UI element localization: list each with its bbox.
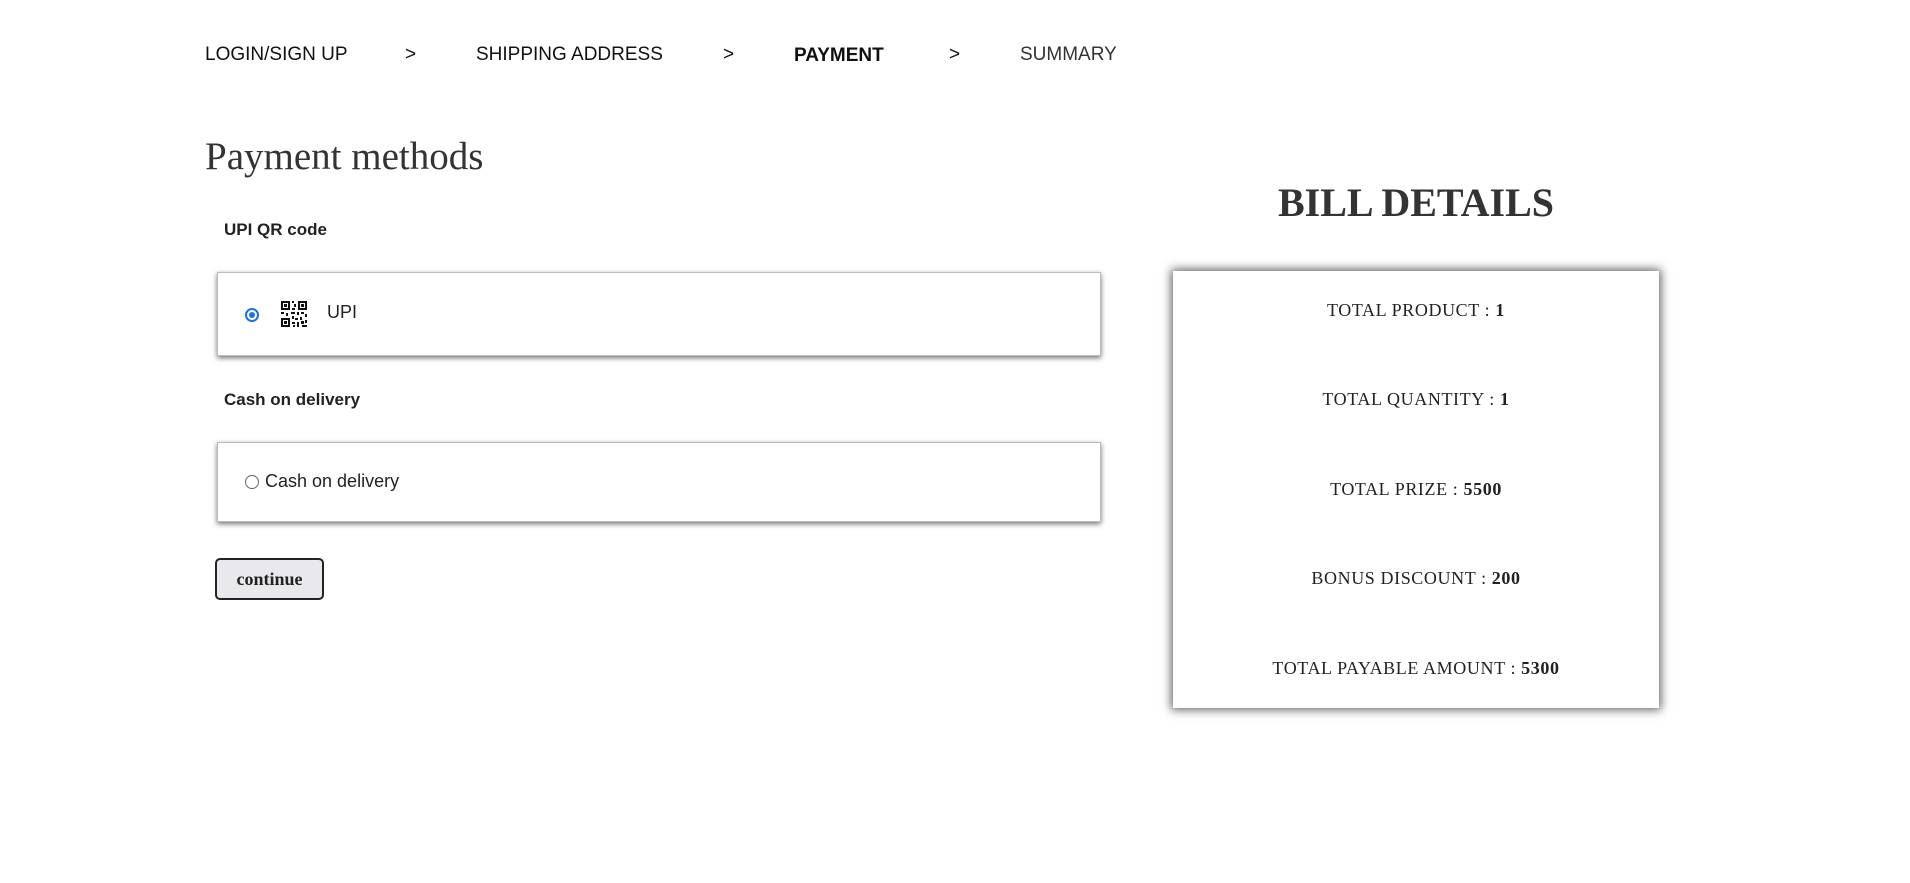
bill-row-label: TOTAL PRODUCT : <box>1327 300 1496 320</box>
bill-row-value: 5300 <box>1521 658 1560 678</box>
bill-row-label: TOTAL PAYABLE AMOUNT : <box>1272 658 1522 678</box>
cod-option-card[interactable]: Cash on delivery <box>217 442 1101 522</box>
cod-option-label: Cash on delivery <box>265 471 400 491</box>
bill-row-total-payable: TOTAL PAYABLE AMOUNT : 5300 <box>1173 658 1659 679</box>
page-title: Payment methods <box>205 135 484 178</box>
bill-row-bonus-discount: BONUS DISCOUNT : 200 <box>1173 568 1659 589</box>
cod-radio[interactable] <box>245 475 259 489</box>
bill-row-total-product: TOTAL PRODUCT : 1 <box>1173 300 1659 321</box>
step-login[interactable]: LOGIN/SIGN UP <box>205 44 348 66</box>
step-payment-current: PAYMENT <box>794 45 884 66</box>
bill-row-label: TOTAL QUANTITY : <box>1322 389 1500 409</box>
bill-row-value: 1 <box>1495 300 1505 320</box>
upi-radio[interactable] <box>245 308 259 322</box>
bill-row-value: 5500 <box>1463 479 1502 499</box>
cod-section-label: Cash on delivery <box>224 390 361 409</box>
bill-details-title: BILL DETAILS <box>1277 180 1555 225</box>
step-separator: > <box>405 44 417 65</box>
bill-row-label: TOTAL PRIZE : <box>1330 479 1464 499</box>
step-summary: SUMMARY <box>1020 44 1117 65</box>
continue-button[interactable]: continue <box>215 558 324 600</box>
step-separator: > <box>949 44 961 65</box>
bill-details-card: TOTAL PRODUCT : 1 TOTAL QUANTITY : 1 TOT… <box>1173 271 1659 708</box>
upi-option-label: UPI <box>327 302 358 322</box>
bill-row-label: BONUS DISCOUNT : <box>1311 568 1492 588</box>
payment-page: LOGIN/SIGN UP > SHIPPING ADDRESS > PAYME… <box>0 0 1910 883</box>
bill-row-total-quantity: TOTAL QUANTITY : 1 <box>1173 389 1659 410</box>
qr-code-icon <box>280 300 308 328</box>
bill-row-value: 200 <box>1491 568 1521 588</box>
upi-section-label: UPI QR code <box>224 220 327 239</box>
bill-row-value: 1 <box>1499 389 1510 409</box>
bill-row-total-prize: TOTAL PRIZE : 5500 <box>1173 479 1659 500</box>
step-shipping-address[interactable]: SHIPPING ADDRESS <box>476 44 663 66</box>
upi-option-card[interactable]: UPI <box>217 272 1101 356</box>
step-separator: > <box>723 44 735 65</box>
